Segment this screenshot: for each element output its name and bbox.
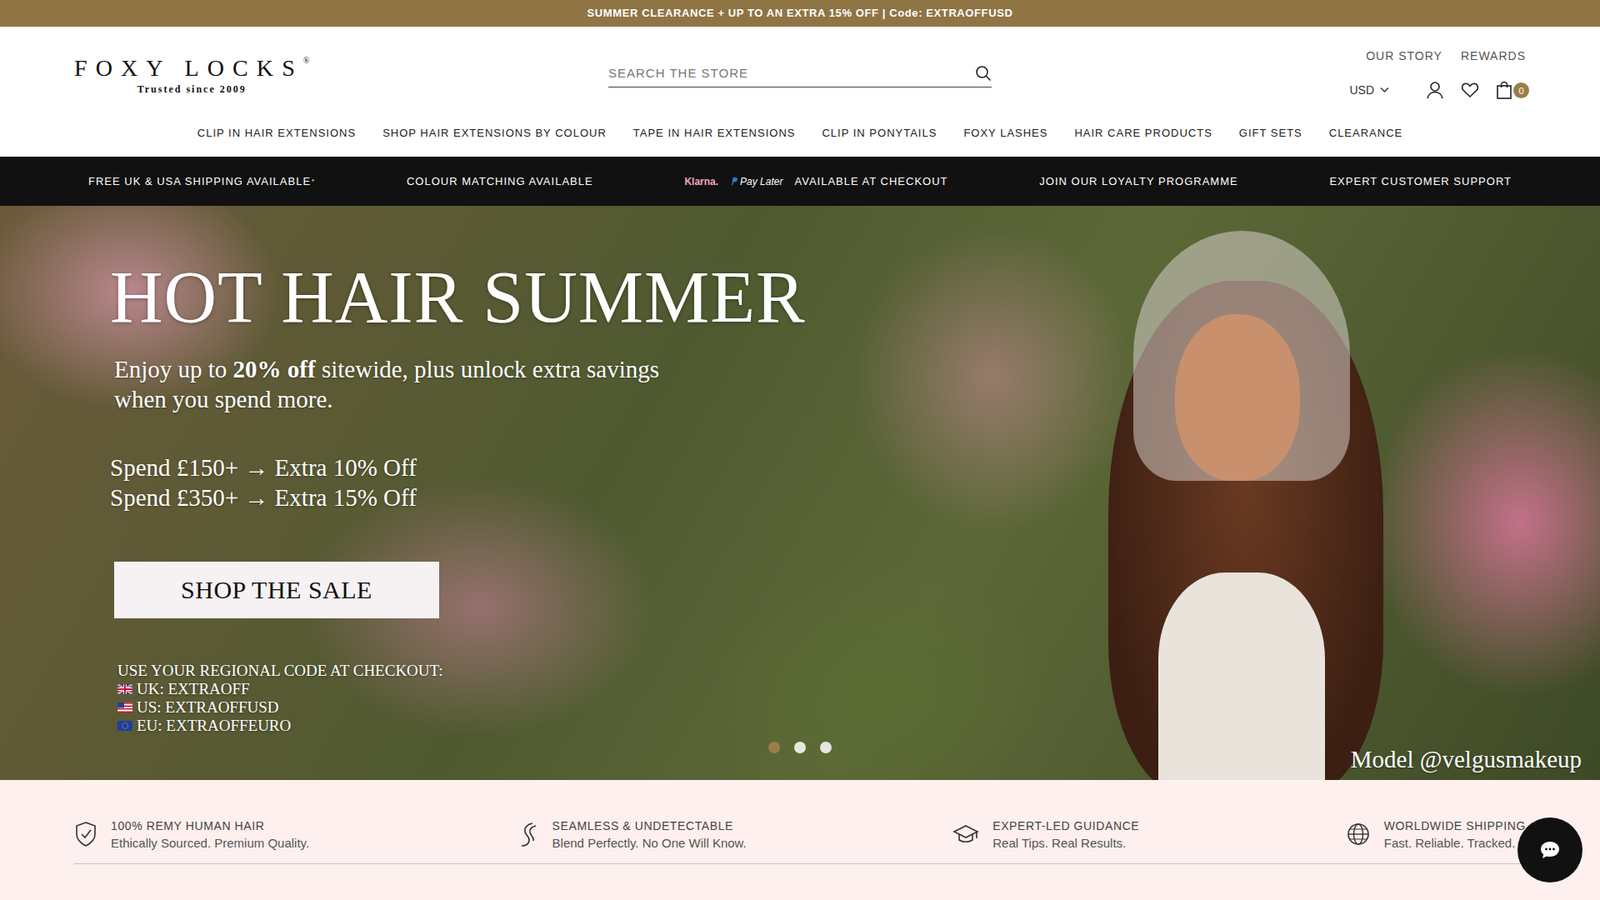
user-icon[interactable] xyxy=(1425,80,1445,100)
usp-label: COLOUR MATCHING AVAILABLE xyxy=(406,175,594,188)
top-link[interactable]: REWARDS xyxy=(1460,49,1526,63)
us-flag-icon xyxy=(117,702,133,713)
feature-title: SEAMLESS & UNDETECTABLE xyxy=(552,819,747,833)
carousel-dot[interactable] xyxy=(768,741,780,754)
usp-item[interactable]: COLOUR MATCHING AVAILABLE xyxy=(406,175,594,188)
code-label: EU: EXTRAOFFEURO xyxy=(136,716,291,735)
header: FOXY LOCKS® Trusted since 2009 OUR STORY… xyxy=(0,26,1600,157)
nav-item[interactable]: SHOP HAIR EXTENSIONS BY COLOUR xyxy=(382,126,607,140)
feature-text: SEAMLESS & UNDETECTABLE Blend Perfectly.… xyxy=(552,819,747,850)
top-link[interactable]: OUR STORY xyxy=(1365,49,1443,63)
usp-label: FREE UK & USA SHIPPING AVAILABLE xyxy=(88,175,311,188)
feature-text: WORLDWIDE SHIPPING Fast. Reliable. Track… xyxy=(1384,819,1526,850)
heart-icon[interactable] xyxy=(1460,80,1480,100)
nav-item[interactable]: HAIR CARE PRODUCTS xyxy=(1074,126,1212,140)
usp-bar: FREE UK & USA SHIPPING AVAILABLE* COLOUR… xyxy=(0,156,1600,206)
veil-shape xyxy=(1133,230,1350,481)
announcement-bar[interactable]: SUMMER CLEARANCE + UP TO AN EXTRA 15% OF… xyxy=(0,0,1600,27)
logo-tagline: Trusted since 2009 xyxy=(137,83,247,96)
search-input[interactable] xyxy=(608,62,975,84)
graduation-cap-icon xyxy=(952,822,980,846)
payment-logo: Klarna. xyxy=(684,175,719,188)
hero-banner: HOT HAIR SUMMER Enjoy up to 20% off site… xyxy=(0,205,1600,780)
usp-label: EXPERT CUSTOMER SUPPORT xyxy=(1329,175,1512,188)
logo-mark: ® xyxy=(303,55,310,65)
header-actions: USD 0 xyxy=(1349,80,1526,100)
feature-item: WORLDWIDE SHIPPING Fast. Reliable. Track… xyxy=(1345,819,1526,850)
code-label: US: EXTRAOFFUSD xyxy=(136,698,280,717)
header-right: OUR STORY REWARDS USD 0 xyxy=(1349,49,1526,100)
hero-highlight: 20% off xyxy=(233,355,316,383)
uk-flag-icon xyxy=(117,684,133,695)
logo[interactable]: FOXY LOCKS® Trusted since 2009 xyxy=(74,56,310,96)
payment-logo: Pay Later xyxy=(730,175,783,188)
main-nav: CLIP IN HAIR EXTENSIONS SHOP HAIR EXTENSI… xyxy=(74,118,1526,145)
codes-heading: USE YOUR REGIONAL CODE AT CHECKOUT: xyxy=(117,661,444,680)
usp-label: JOIN OUR LOYALTY PROGRAMME xyxy=(1039,175,1238,188)
feature-title: WORLDWIDE SHIPPING xyxy=(1384,819,1526,833)
feature-subtitle: Fast. Reliable. Tracked. xyxy=(1384,835,1526,850)
nav-item[interactable]: CLEARANCE xyxy=(1329,126,1403,140)
feature-subtitle: Blend Perfectly. No One Will Know. xyxy=(552,835,747,850)
nav-item[interactable]: CLIP IN HAIR EXTENSIONS xyxy=(197,126,356,140)
code-line: EU: EXTRAOFFEURO xyxy=(117,716,444,735)
feature-text: 100% REMY HUMAN HAIR Ethically Sourced. … xyxy=(110,819,310,850)
currency-selector[interactable]: USD xyxy=(1349,83,1390,97)
feature-title: EXPERT-LED GUIDANCE xyxy=(992,819,1140,833)
dress-shape xyxy=(1158,572,1325,780)
eu-flag-icon xyxy=(117,720,133,731)
code-label: UK: EXTRAOFF xyxy=(136,680,250,699)
carousel-dot[interactable] xyxy=(820,741,832,754)
chat-bubble-icon xyxy=(1539,840,1561,860)
chat-button[interactable] xyxy=(1517,817,1583,883)
code-line: US: EXTRAOFFUSD xyxy=(117,698,444,717)
quality-badge-icon xyxy=(74,820,98,848)
search-icon[interactable] xyxy=(975,65,992,82)
region-codes: USE YOUR REGIONAL CODE AT CHECKOUT: UK: … xyxy=(117,661,444,735)
usp-footnote: * xyxy=(311,177,315,185)
feature-item: EXPERT-LED GUIDANCE Real Tips. Real Resu… xyxy=(952,819,1140,850)
usp-item[interactable]: JOIN OUR LOYALTY PROGRAMME xyxy=(1039,175,1238,188)
feature-item: 100% REMY HUMAN HAIR Ethically Sourced. … xyxy=(74,819,310,850)
tier-line: Spend £350+ → Extra 15% Off xyxy=(110,482,417,513)
nav-item[interactable]: FOXY LASHES xyxy=(963,126,1048,140)
nav-item[interactable]: CLIP IN PONYTAILS xyxy=(821,126,937,140)
hero-tiers: Spend £150+ → Extra 10% OffSpend £350+ →… xyxy=(110,452,417,513)
feature-subtitle: Ethically Sourced. Premium Quality. xyxy=(110,835,310,850)
hero-title: HOT HAIR SUMMER xyxy=(110,259,806,336)
nav-item[interactable]: GIFT SETS xyxy=(1239,126,1303,140)
search-bar xyxy=(608,62,992,88)
bag-icon xyxy=(1495,80,1513,100)
usp-item[interactable]: Klarna. Pay Later AVAILABLE AT CHECKOUT xyxy=(684,175,948,188)
page: SUMMER CLEARANCE + UP TO AN EXTRA 15% OF… xyxy=(0,0,1600,900)
face-shape xyxy=(1175,314,1300,481)
globe-icon xyxy=(1345,821,1371,847)
feature-subtitle: Real Tips. Real Results. xyxy=(992,835,1140,850)
feature-title: 100% REMY HUMAN HAIR xyxy=(110,819,310,833)
usp-item[interactable]: EXPERT CUSTOMER SUPPORT xyxy=(1329,175,1512,188)
section-divider xyxy=(74,863,1526,865)
chevron-down-icon xyxy=(1380,86,1390,94)
cart-count-badge: 0 xyxy=(1513,82,1530,99)
logo-name: FOXY LOCKS® xyxy=(74,56,310,80)
model-credit: Model @velgusmakeup xyxy=(1350,745,1582,774)
usp-label: AVAILABLE AT CHECKOUT xyxy=(794,175,948,188)
nav-item[interactable]: TAPE IN HAIR EXTENSIONS xyxy=(633,126,796,140)
code-line: UK: EXTRAOFF xyxy=(117,680,444,699)
features-strip: 100% REMY HUMAN HAIR Ethically Sourced. … xyxy=(0,780,1600,864)
shop-sale-button[interactable]: SHOP THE SALE xyxy=(114,561,440,619)
top-links: OUR STORY REWARDS xyxy=(1365,49,1526,63)
usp-item[interactable]: FREE UK & USA SHIPPING AVAILABLE* xyxy=(88,175,315,188)
hair-shape xyxy=(1108,280,1384,780)
feature-item: SEAMLESS & UNDETECTABLE Blend Perfectly.… xyxy=(515,819,747,850)
carousel-dot[interactable] xyxy=(794,741,806,754)
feature-text: EXPERT-LED GUIDANCE Real Tips. Real Resu… xyxy=(992,819,1140,850)
cart-button[interactable]: 0 xyxy=(1495,80,1526,100)
paypal-icon xyxy=(730,176,738,186)
tier-line: Spend £150+ → Extra 10% Off xyxy=(110,452,417,483)
hero-subtitle: Enjoy up to 20% off sitewide, plus unloc… xyxy=(114,354,715,415)
header-top: FOXY LOCKS® Trusted since 2009 OUR STORY… xyxy=(74,26,1526,119)
hair-strand-icon xyxy=(515,820,540,848)
